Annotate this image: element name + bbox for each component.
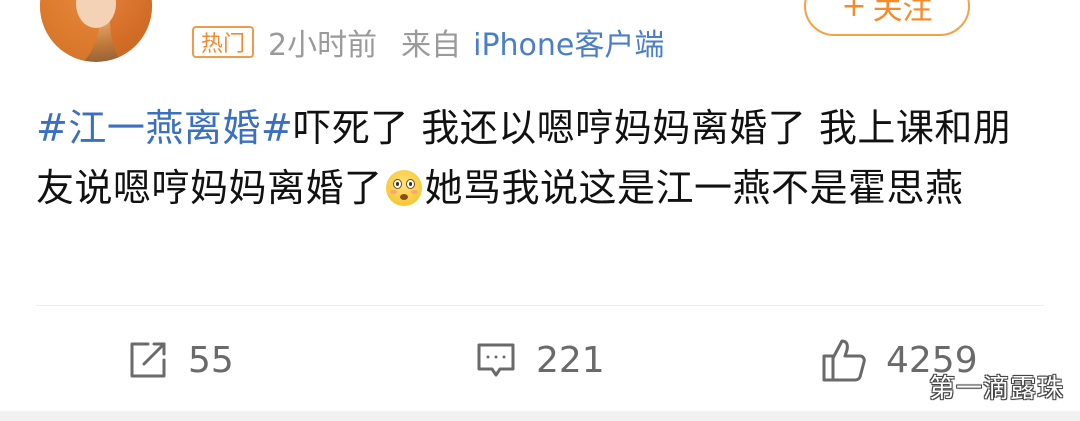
bottom-separator [0,411,1080,421]
flushed-face-emoji [385,170,422,206]
comment-button[interactable]: 221 [474,330,605,390]
watermark-text: 第一滴露珠 [928,374,1064,404]
hot-badge: 热门 [192,26,255,58]
hashtag-link[interactable]: #江一燕离婚# [36,106,293,150]
repost-icon [130,342,166,378]
post-source[interactable]: iPhone客户端 [473,20,664,64]
post-content: #江一燕离婚#吓死了 我还以嗯哼妈妈离婚了 我上课和朋友说嗯哼妈妈离婚了 她骂我说… [36,98,1046,218]
follow-label: 关注 [872,0,933,27]
emoji-left-blush [389,190,397,194]
user-avatar[interactable] [40,0,152,62]
comment-count: 221 [536,339,605,381]
divider [36,305,1044,306]
avatar-hair-right [110,0,152,62]
action-bar: 55 221 4259 [0,330,1080,390]
username-cropped[interactable] [300,0,420,4]
post-time: 2小时前 [268,28,378,63]
emoji-right-blush [410,190,418,194]
weibo-post-card: 热门 2小时前 来自 iPhone客户端 + 关注 #江一燕离婚#吓死了 我还以… [0,0,1080,421]
repost-button[interactable]: 55 [126,330,234,390]
repost-count: 55 [188,339,234,381]
post-meta-row: 热门 2小时前 来自 iPhone客户端 [192,24,664,63]
thumbs-up-icon [822,339,866,382]
emoji-right-eye [405,179,415,189]
source-prefix: 来自 [401,28,462,63]
comment-icon [477,343,515,377]
plus-icon: + [841,0,867,24]
post-text-part2: 她骂我说这是江一燕不是霍思燕 [424,166,964,210]
emoji-mouth [399,194,408,200]
emoji-left-eye [392,179,402,189]
follow-button[interactable]: + 关注 [804,0,970,36]
